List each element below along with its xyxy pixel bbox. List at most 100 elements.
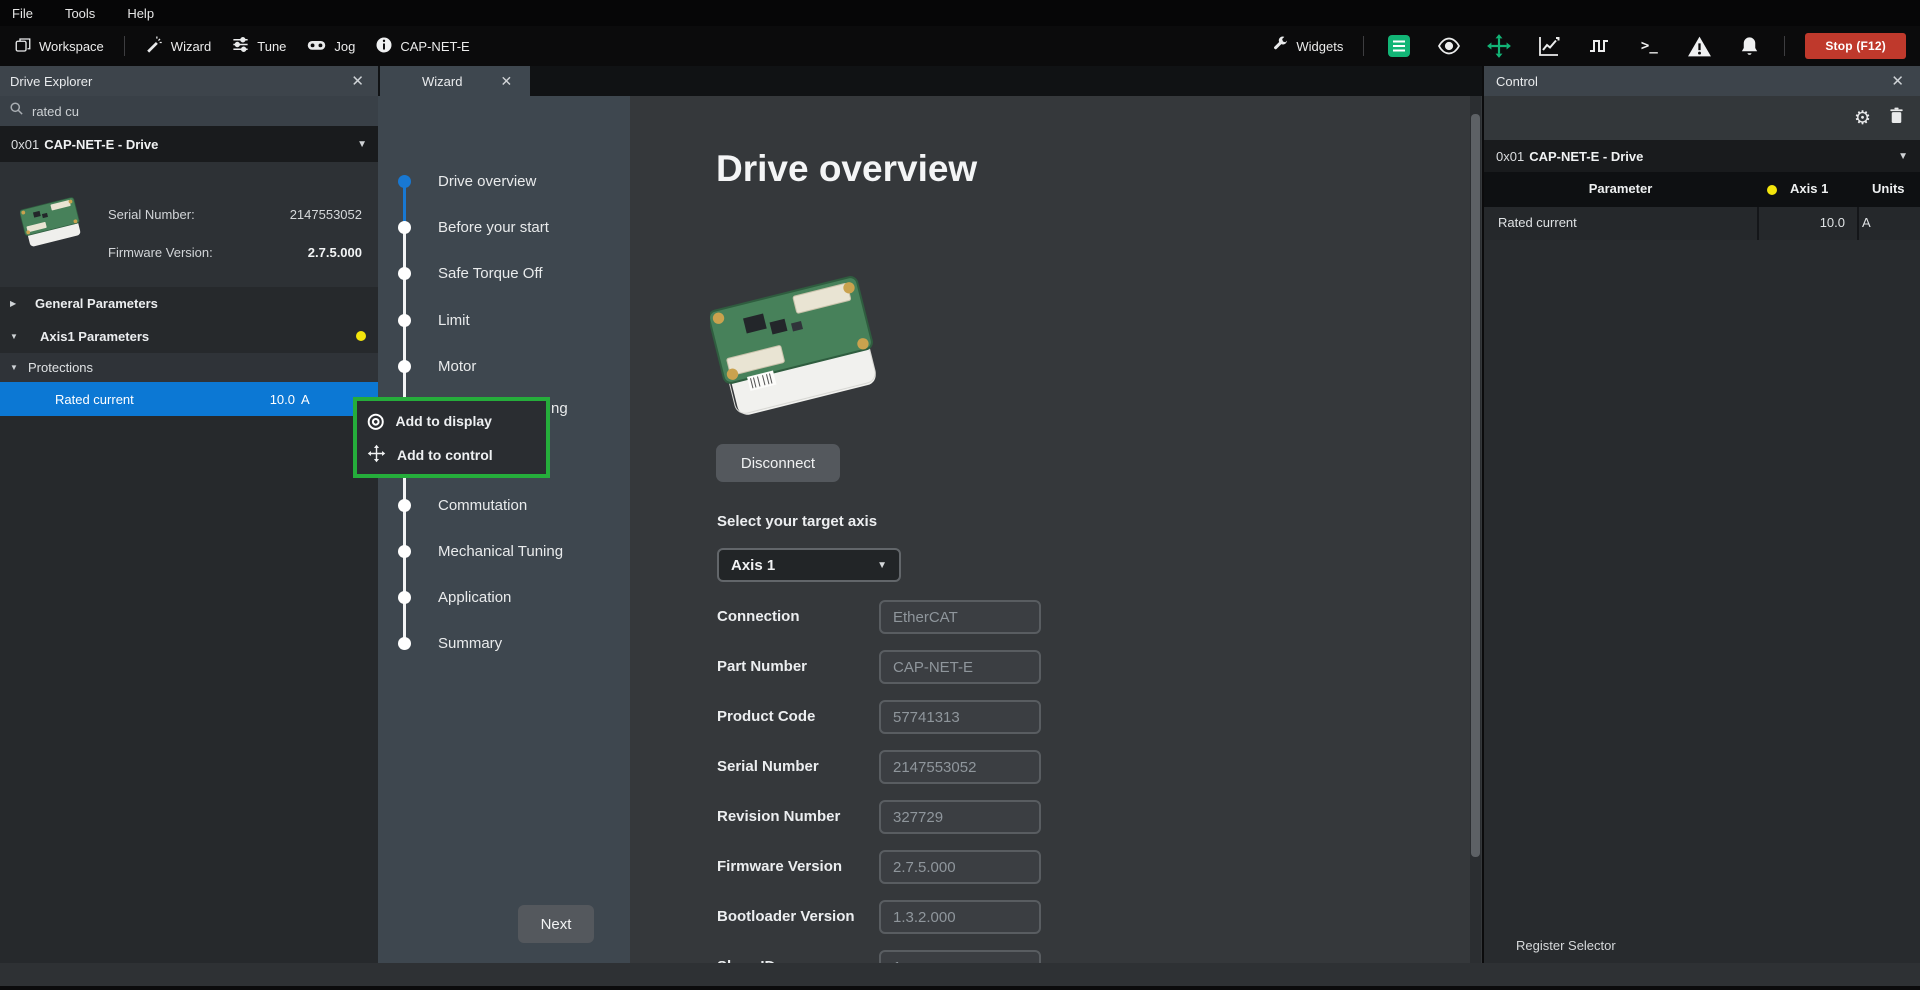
widgets-label: Widgets <box>1296 39 1343 54</box>
step-drive-overview[interactable]: Drive overview <box>378 158 630 204</box>
firmware-version-value: 2.7.5.000 <box>308 245 362 260</box>
control-panel-toolbar: ⚙ <box>1484 96 1920 140</box>
device-info-label: CAP-NET-E <box>400 39 469 54</box>
control-panel: Control ✕ ⚙ 0x01 CAP-NET-E - Drive ▼ Par… <box>1484 66 1920 963</box>
serial-number-label: Serial Number <box>717 758 819 775</box>
bell-icon[interactable] <box>1734 32 1764 60</box>
menu-file[interactable]: File <box>12 6 33 21</box>
serial-number-label: Serial Number: <box>108 207 195 222</box>
step-dot <box>398 314 411 327</box>
table-list-icon[interactable] <box>1384 32 1414 60</box>
tree-item-rated-current[interactable]: Rated current 10.0 A <box>0 382 378 416</box>
move-icon[interactable] <box>1484 32 1514 60</box>
step-dot <box>398 545 411 558</box>
step-dot <box>398 637 411 650</box>
workspace-icon <box>14 36 32 57</box>
tune-button[interactable]: Tune <box>231 35 286 57</box>
page-title: Drive overview <box>716 148 977 190</box>
move-icon <box>367 444 386 466</box>
wizard-button[interactable]: Wizard <box>145 35 211 57</box>
chevron-down-icon: ▼ <box>877 560 887 571</box>
menu-item-add-to-control[interactable]: Add to control <box>357 438 546 472</box>
drive-overview-content: Drive overview Disconnect Select your ta… <box>630 96 1482 963</box>
control-panel-header: Control ✕ <box>1484 66 1920 96</box>
product-code-field[interactable]: 57741313 <box>879 700 1041 734</box>
search-icon <box>9 101 24 121</box>
table-row-rated-current[interactable]: Rated current 10.0 A <box>1484 207 1920 240</box>
register-selector-label: Register Selector <box>1516 938 1616 953</box>
terminal-icon[interactable]: >_ <box>1634 32 1664 60</box>
product-code-label: Product Code <box>717 708 815 725</box>
step-limit[interactable]: Limit <box>378 297 630 343</box>
tree-item-axis1-parameters[interactable]: ▼ Axis1 Parameters <box>0 319 378 353</box>
close-icon[interactable]: ✕ <box>347 72 368 90</box>
slave-id-field[interactable]: 1 <box>879 950 1041 963</box>
connection-field[interactable]: EtherCAT <box>879 600 1041 634</box>
disconnect-button[interactable]: Disconnect <box>716 444 840 482</box>
step-dot <box>398 591 411 604</box>
jog-label: Jog <box>334 39 355 54</box>
axis-select-label: Select your target axis <box>717 513 877 530</box>
axis-dropdown-value: Axis 1 <box>731 557 775 574</box>
menu-item-add-to-display[interactable]: ◎ Add to display <box>357 404 546 438</box>
bootloader-version-field[interactable]: 1.3.2.000 <box>879 900 1041 934</box>
stop-button[interactable]: Stop (F12) <box>1805 33 1906 59</box>
close-icon[interactable]: ✕ <box>1887 72 1908 90</box>
step-mechanical-tuning[interactable]: Mechanical Tuning <box>378 528 630 574</box>
column-divider <box>1857 207 1859 240</box>
toolbar-separator <box>124 36 125 56</box>
device-selector[interactable]: 0x01 CAP-NET-E - Drive ▼ <box>0 126 378 162</box>
wrench-icon <box>1272 36 1289 56</box>
step-motor[interactable]: Motor <box>378 343 630 389</box>
step-commutation[interactable]: Commutation <box>378 482 630 528</box>
tab-wizard[interactable]: Wizard ✕ <box>380 66 530 96</box>
menu-tools[interactable]: Tools <box>65 6 95 21</box>
covered-step-label-fragment: ng <box>551 400 568 417</box>
workspace-label: Workspace <box>39 39 104 54</box>
tree-item-general-parameters[interactable]: ▶ General Parameters <box>0 287 378 319</box>
control-device-selector[interactable]: 0x01 CAP-NET-E - Drive ▼ <box>1484 140 1920 172</box>
firmware-version-field[interactable]: 2.7.5.000 <box>879 850 1041 884</box>
main-scrollbar-thumb[interactable] <box>1471 114 1480 857</box>
part-number-field[interactable]: CAP-NET-E <box>879 650 1041 684</box>
firmware-version-label: Firmware Version: <box>108 245 213 260</box>
search-bar <box>0 96 378 126</box>
warning-icon[interactable] <box>1684 32 1714 60</box>
sliders-icon <box>231 35 250 57</box>
parameter-value[interactable]: 10.0 <box>1762 215 1845 230</box>
workspace-button[interactable]: Workspace <box>14 36 104 57</box>
device-name: CAP-NET-E - Drive <box>44 137 158 152</box>
status-bar <box>0 963 1920 986</box>
device-info-button[interactable]: CAP-NET-E <box>375 36 469 57</box>
wizard-label: Wizard <box>171 39 211 54</box>
menu-help[interactable]: Help <box>127 6 154 21</box>
widgets-button[interactable]: Widgets <box>1272 36 1343 56</box>
serial-number-field[interactable]: 2147553052 <box>879 750 1041 784</box>
eye-icon[interactable] <box>1434 32 1464 60</box>
close-icon[interactable]: ✕ <box>500 73 512 90</box>
trash-icon[interactable] <box>1889 107 1904 129</box>
chevron-right-icon: ▶ <box>10 299 16 308</box>
step-application[interactable]: Application <box>378 574 630 620</box>
search-input[interactable] <box>32 104 332 119</box>
step-summary[interactable]: Summary <box>378 620 630 666</box>
step-safe-torque-off[interactable]: Safe Torque Off <box>378 250 630 296</box>
gear-icon[interactable]: ⚙ <box>1854 109 1871 128</box>
step-before-your-start[interactable]: Before your start <box>378 204 630 250</box>
toolbar-separator <box>1784 36 1785 56</box>
info-icon <box>375 36 393 57</box>
bootloader-version-label: Bootloader Version <box>717 908 855 925</box>
line-chart-icon[interactable] <box>1534 32 1564 60</box>
drive-photo-thumbnail <box>20 186 82 258</box>
chevron-down-icon: ▼ <box>357 139 367 150</box>
square-wave-icon[interactable] <box>1584 32 1614 60</box>
revision-number-field[interactable]: 327729 <box>879 800 1041 834</box>
column-parameter: Parameter <box>1484 181 1757 196</box>
step-dot <box>398 221 411 234</box>
parameter-units: A <box>1862 215 1871 230</box>
drive-explorer-panel: Drive Explorer ✕ 0x01 CAP-NET-E - Drive … <box>0 66 378 963</box>
jog-button[interactable]: Jog <box>306 34 355 58</box>
tree-item-protections[interactable]: ▼ Protections <box>0 353 378 382</box>
axis-dropdown[interactable]: Axis 1 ▼ <box>717 548 901 582</box>
next-button[interactable]: Next <box>518 905 594 943</box>
